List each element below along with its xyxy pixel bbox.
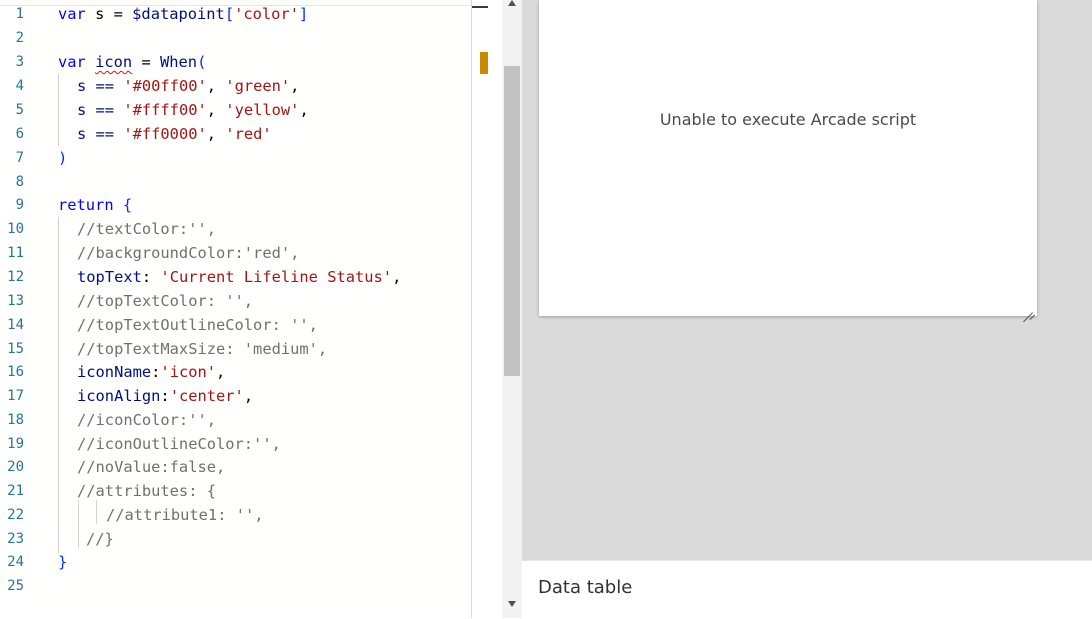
ruler-cursor-marker: [472, 6, 488, 8]
line-number: 7: [15, 150, 24, 166]
line-number: 10: [7, 221, 24, 237]
code-text[interactable]: s == '#ff0000', 'red': [77, 122, 272, 146]
code-text[interactable]: //noValue:false,: [77, 455, 225, 479]
code-line[interactable]: 16 iconName:'icon',: [0, 360, 471, 384]
code-text[interactable]: s == '#00ff00', 'green',: [77, 74, 299, 98]
line-number: 9: [15, 197, 24, 213]
line-number: 5: [15, 102, 24, 118]
line-number: 18: [7, 412, 24, 428]
code-line[interactable]: 23 //}: [0, 527, 471, 551]
error-message: Unable to execute Arcade script: [659, 110, 917, 129]
line-number: 16: [7, 364, 24, 380]
code-line[interactable]: 15 //topTextMaxSize: 'medium',: [0, 337, 471, 361]
code-line[interactable]: 7 ): [0, 146, 471, 170]
code-line[interactable]: 22 //attribute1: '',: [0, 503, 471, 527]
line-number: 4: [15, 78, 24, 94]
code-line[interactable]: 20 //noValue:false,: [0, 455, 471, 479]
line-number: 1: [15, 6, 24, 22]
line-number: 25: [7, 578, 24, 594]
code-line[interactable]: 4 s == '#00ff00', 'green',: [0, 74, 471, 98]
overview-ruler[interactable]: [472, 0, 502, 618]
code-line[interactable]: 11 //backgroundColor:'red',: [0, 241, 471, 265]
arcade-code-editor[interactable]: 1 var s = $datapoint['color'] 2 3 var ic…: [0, 0, 471, 618]
line-number: 21: [7, 483, 24, 499]
code-text[interactable]: var s = $datapoint['color']: [58, 2, 308, 26]
line-number: 2: [15, 30, 24, 46]
code-line[interactable]: 24 }: [0, 550, 471, 574]
preview-panel: Unable to execute Arcade script: [522, 0, 1092, 560]
code-line[interactable]: 10 //textColor:'',: [0, 217, 471, 241]
squiggle-warning: icon: [95, 53, 133, 71]
scroll-down-icon[interactable]: [508, 601, 516, 607]
code-line[interactable]: 18 //iconColor:'',: [0, 408, 471, 432]
code-text[interactable]: //attribute1: '',: [106, 503, 264, 527]
line-number: 17: [7, 388, 24, 404]
code-line[interactable]: 2: [0, 26, 471, 50]
code-text[interactable]: ): [58, 146, 67, 170]
code-line[interactable]: 1 var s = $datapoint['color']: [0, 2, 471, 26]
code-text[interactable]: }: [58, 550, 67, 574]
data-table-label[interactable]: Data table: [538, 577, 632, 598]
line-number: 20: [7, 459, 24, 475]
code-line[interactable]: 25: [0, 574, 471, 598]
resize-grip-icon[interactable]: [1023, 303, 1033, 313]
code-text[interactable]: topText: 'Current Lifeline Status',: [77, 265, 401, 289]
line-number: 23: [7, 531, 24, 547]
line-number: 13: [7, 293, 24, 309]
preview-card: Unable to execute Arcade script: [539, 0, 1037, 316]
code-text[interactable]: iconAlign:'center',: [77, 384, 253, 408]
code-line[interactable]: 21 //attributes: {: [0, 479, 471, 503]
code-text[interactable]: //topTextOutlineColor: '',: [77, 313, 318, 337]
line-number: 19: [7, 436, 24, 452]
code-text[interactable]: //iconColor:'',: [77, 408, 216, 432]
line-number: 3: [15, 54, 24, 70]
code-line[interactable]: 14 //topTextOutlineColor: '',: [0, 313, 471, 337]
line-number: 22: [7, 507, 24, 523]
code-text[interactable]: //topTextColor: '',: [77, 289, 253, 313]
code-line[interactable]: 5 s == '#ffff00', 'yellow',: [0, 98, 471, 122]
line-number: 6: [15, 126, 24, 142]
code-text[interactable]: //topTextMaxSize: 'medium',: [77, 337, 327, 361]
scroll-up-icon[interactable]: [508, 0, 516, 6]
vertical-scrollbar[interactable]: [502, 0, 522, 618]
code-text[interactable]: s == '#ffff00', 'yellow',: [77, 98, 309, 122]
code-line[interactable]: 12 topText: 'Current Lifeline Status',: [0, 265, 471, 289]
code-text[interactable]: //iconOutlineColor:'',: [77, 432, 281, 456]
code-line[interactable]: 8: [0, 170, 471, 194]
line-number: 11: [7, 245, 24, 261]
code-text[interactable]: //}: [86, 527, 114, 551]
code-text[interactable]: return {: [58, 193, 132, 217]
code-line[interactable]: 6 s == '#ff0000', 'red': [0, 122, 471, 146]
code-line[interactable]: 17 iconAlign:'center',: [0, 384, 471, 408]
code-text[interactable]: var icon = When(: [58, 50, 206, 74]
line-number: 12: [7, 269, 24, 285]
code-line[interactable]: 3 var icon = When(: [0, 50, 471, 74]
line-number: 8: [15, 174, 24, 190]
code-line[interactable]: 19 //iconOutlineColor:'',: [0, 432, 471, 456]
line-number: 24: [7, 554, 24, 570]
code-line[interactable]: 9 return {: [0, 193, 471, 217]
code-line[interactable]: 13 //topTextColor: '',: [0, 289, 471, 313]
line-number: 15: [7, 341, 24, 357]
scrollbar-thumb[interactable]: [504, 66, 520, 376]
ruler-warning-marker[interactable]: [480, 52, 488, 74]
line-number: 14: [7, 317, 24, 333]
data-table-section[interactable]: Data table: [522, 560, 1092, 619]
code-text[interactable]: //textColor:'',: [77, 217, 216, 241]
code-text[interactable]: //backgroundColor:'red',: [77, 241, 299, 265]
code-text[interactable]: iconName:'icon',: [77, 360, 225, 384]
code-text[interactable]: //attributes: {: [77, 479, 216, 503]
